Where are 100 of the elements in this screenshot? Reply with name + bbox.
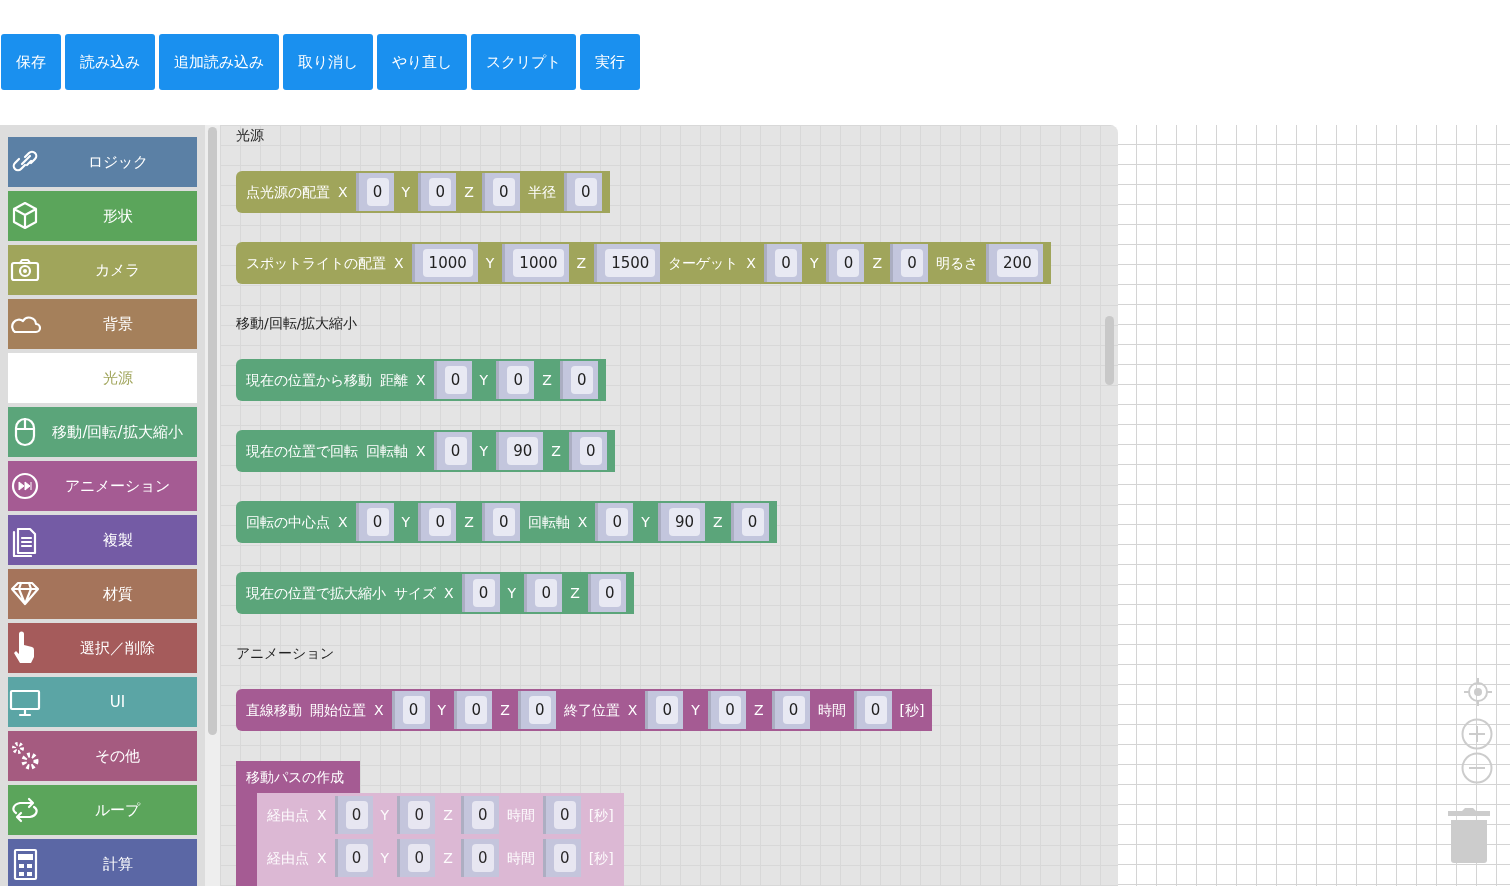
code-block[interactable]: 現在の位置で回転 回転軸 X 0 Y 90 Z 0 <box>236 430 615 472</box>
scrollbar-thumb[interactable] <box>1105 316 1114 385</box>
block-label: 開始位置 <box>310 701 366 720</box>
number-field[interactable]: 0 <box>553 843 576 872</box>
block-header[interactable]: 移動パスの作成 <box>236 761 360 793</box>
number-field[interactable]: 0 <box>492 178 515 206</box>
block-label: Z <box>753 701 764 720</box>
block-label: 直線移動 <box>246 701 302 720</box>
category-item[interactable]: 材質 <box>8 569 197 619</box>
number-field[interactable]: 0 <box>574 178 597 206</box>
block-label: X <box>416 371 426 390</box>
category-item[interactable]: 複製 <box>8 515 197 565</box>
block-label: Y <box>485 254 495 273</box>
number-field[interactable]: 0 <box>345 800 368 829</box>
number-field[interactable]: 0 <box>579 437 602 465</box>
block-label: X <box>338 183 348 202</box>
code-block[interactable]: 現在の位置から移動 距離 X 0 Y 0 Z 0 <box>236 359 606 401</box>
block-label: X <box>374 701 384 720</box>
block-label: 時間 <box>506 805 535 825</box>
block-label: X <box>317 805 327 825</box>
block-label: Y <box>437 701 447 720</box>
block-label: Y <box>809 254 819 273</box>
number-field[interactable]: 0 <box>782 696 805 724</box>
block-label: Z <box>443 848 453 868</box>
number-field[interactable]: 1000 <box>513 249 564 277</box>
number-field[interactable]: 90 <box>668 508 700 536</box>
block-label: 明るさ <box>936 254 979 273</box>
number-field[interactable]: 0 <box>472 579 495 607</box>
number-field[interactable]: 0 <box>553 800 576 829</box>
block-label: 経由点 <box>267 848 309 868</box>
target-icon[interactable] <box>1463 677 1493 707</box>
category-item[interactable]: その他 <box>8 731 197 781</box>
number-field[interactable]: 0 <box>570 366 593 394</box>
number-field[interactable]: 0 <box>471 800 494 829</box>
block-label: Z <box>551 442 561 461</box>
number-field[interactable]: 0 <box>535 579 558 607</box>
block-label: Y <box>507 584 517 603</box>
zoom-in-icon[interactable] <box>1461 718 1493 750</box>
code-block[interactable]: 回転の中心点 X 0 Y 0 Z 0 回転軸 X 0 Y 90 Z 0 <box>236 501 777 543</box>
number-field[interactable]: 1000 <box>422 249 473 277</box>
number-field[interactable]: 0 <box>471 843 494 872</box>
category-item[interactable]: アニメーション <box>8 461 197 511</box>
code-block[interactable]: スポットライトの配置 X 1000 Y 1000 Z 1500 ターゲット X 0 Y 0 Z 0 明るさ 200 <box>236 242 1051 284</box>
block-label: 時間 <box>817 701 846 720</box>
category-item[interactable]: 背景 <box>8 299 197 349</box>
code-block[interactable]: 直線移動 開始位置 X 0 Y 0 Z 0 終了位置 X 0 Y 0 Z 0 時間 0 [秒] <box>236 689 933 731</box>
block-label: Z <box>542 371 552 390</box>
block-label: Z <box>443 805 453 825</box>
block-label: Y <box>380 848 390 868</box>
block-label: Z <box>464 183 474 202</box>
block-label: Z <box>464 513 474 532</box>
number-field[interactable]: 0 <box>656 696 679 724</box>
code-block[interactable]: 点光源の配置 X 0 Y 0 Z 0 半径 0 <box>236 171 610 213</box>
block-label: Z <box>576 254 587 273</box>
number-field[interactable]: 1500 <box>605 249 656 277</box>
number-field[interactable]: 0 <box>408 800 431 829</box>
block-label: サイズ <box>394 584 436 603</box>
category-item[interactable]: 選択／削除 <box>8 623 197 673</box>
number-field[interactable]: 0 <box>402 696 425 724</box>
number-field[interactable]: 0 <box>492 508 515 536</box>
number-field[interactable]: 200 <box>997 249 1038 277</box>
section-heading: 光源 <box>236 126 265 145</box>
number-field[interactable]: 0 <box>429 178 452 206</box>
number-field[interactable]: 0 <box>345 843 368 872</box>
number-field[interactable]: 0 <box>837 249 860 277</box>
code-block[interactable]: 現在の位置で拡大縮小 サイズ X 0 Y 0 Z 0 <box>236 572 634 614</box>
block-label: Z <box>500 701 510 720</box>
number-field[interactable]: 0 <box>429 508 452 536</box>
number-field[interactable]: 0 <box>741 508 764 536</box>
number-field[interactable]: 0 <box>444 366 467 394</box>
section-heading: 移動/回転/拡大縮小 <box>236 314 359 333</box>
number-field[interactable]: 0 <box>774 249 797 277</box>
zoom-out-icon[interactable] <box>1461 752 1493 784</box>
number-field[interactable]: 0 <box>366 508 389 536</box>
number-field[interactable]: 0 <box>598 579 621 607</box>
category-item[interactable]: 計算 <box>8 839 197 886</box>
number-field[interactable]: 0 <box>444 437 467 465</box>
number-field[interactable]: 0 <box>465 696 488 724</box>
block-label: 半径 <box>527 183 556 202</box>
block-label: X <box>577 513 588 532</box>
number-field[interactable]: 0 <box>718 696 741 724</box>
category-item[interactable]: ロジック <box>8 137 197 187</box>
block-label: X <box>338 513 348 532</box>
number-field[interactable]: 0 <box>864 696 887 724</box>
number-field[interactable]: 0 <box>528 696 551 724</box>
number-field[interactable]: 0 <box>408 843 431 872</box>
block-label: X <box>444 584 454 603</box>
number-field[interactable]: 90 <box>507 437 539 465</box>
number-field[interactable]: 0 <box>366 178 389 206</box>
block-label: X <box>317 848 327 868</box>
block-label: Y <box>691 701 700 720</box>
trash-icon[interactable] <box>1448 808 1490 863</box>
block-label: X <box>746 254 756 273</box>
number-field[interactable]: 0 <box>901 249 924 277</box>
number-field[interactable]: 0 <box>507 366 530 394</box>
block-label: Y <box>380 805 390 825</box>
block-label: 点光源の配置 <box>246 183 330 202</box>
scrollbar-thumb[interactable] <box>208 127 217 735</box>
number-field[interactable]: 0 <box>606 508 629 536</box>
block-label: 距離 <box>380 371 408 390</box>
